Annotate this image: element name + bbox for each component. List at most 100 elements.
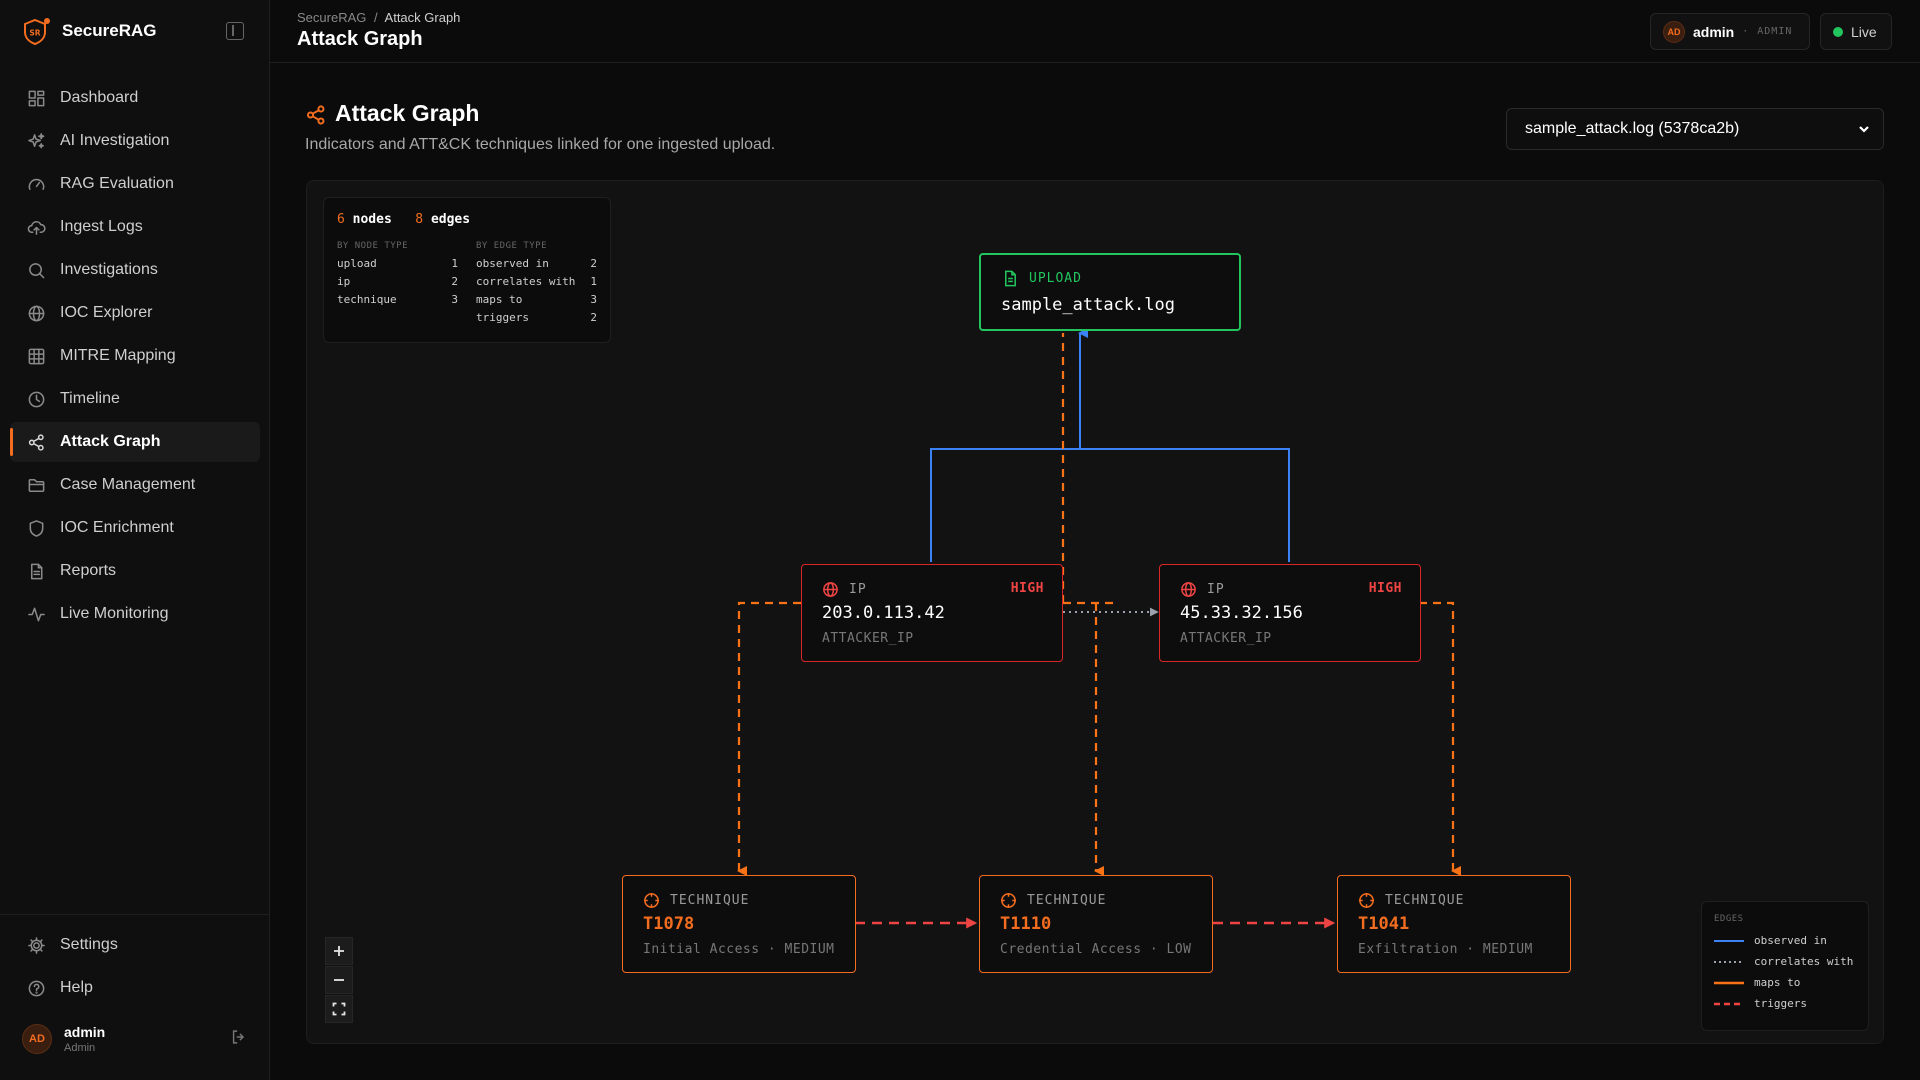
node-subtitle: ATTACKER_IP — [822, 631, 914, 646]
node-ip-203-0-113-42[interactable]: IP HIGH 203.0.113.42 ATTACKER_IP — [801, 564, 1063, 662]
sidebar-collapse-icon[interactable] — [226, 22, 244, 40]
legend-item: observed in — [1714, 930, 1856, 951]
logout-icon[interactable] — [230, 1028, 248, 1051]
graph-stats-header: 6 nodes 8 edges — [337, 212, 597, 227]
sidebar-item-case-management[interactable]: Case Management — [10, 465, 260, 505]
plus-icon — [334, 946, 344, 956]
page-subtitle: Indicators and ATT&CK techniques linked … — [305, 136, 776, 153]
node-label: sample_attack.log — [1001, 295, 1175, 315]
sidebar-user: AD admin Admin — [22, 1024, 248, 1054]
breadcrumb-current: Attack Graph — [384, 10, 461, 25]
folder-icon — [26, 475, 46, 495]
node-type: TECHNIQUE — [1358, 892, 1464, 909]
sidebar-item-settings[interactable]: Settings — [10, 925, 260, 965]
shield-icon — [26, 518, 46, 538]
node-ip-45-33-32-156[interactable]: IP HIGH 45.33.32.156 ATTACKER_IP — [1159, 564, 1421, 662]
avatar: AD — [1663, 20, 1685, 43]
graph-canvas[interactable]: 6 nodes 8 edges BY NODE TYPE upload 1 ip 2… — [306, 180, 1884, 1044]
gear-icon — [26, 935, 46, 955]
graph-stats-panel: 6 nodes 8 edges BY NODE TYPE upload 1 ip 2… — [323, 197, 611, 343]
stat-row: upload 1 — [337, 257, 458, 270]
sidebar-item-help[interactable]: Help — [10, 968, 260, 1008]
zoom-controls — [325, 937, 353, 1024]
search-icon — [26, 260, 46, 280]
brand[interactable]: SR SecureRAG — [22, 16, 156, 46]
legend-header: EDGES — [1714, 914, 1744, 924]
sidebar-item-reports[interactable]: Reports — [10, 551, 260, 591]
shield-logo-icon: SR — [22, 17, 50, 46]
clock-icon — [26, 389, 46, 409]
edge-observed-in — [930, 448, 1080, 562]
user-role: ADMIN — [1757, 26, 1793, 37]
zoom-in-button[interactable] — [325, 937, 353, 965]
sidebar-item-dashboard[interactable]: Dashboard — [10, 78, 260, 118]
legend-item: correlates with — [1714, 951, 1856, 972]
live-status-badge[interactable]: Live — [1820, 13, 1892, 50]
activity-icon — [26, 604, 46, 624]
node-technique-t1041[interactable]: TECHNIQUE T1041 Exfiltration · MEDIUM — [1337, 875, 1571, 973]
node-technique-t1078[interactable]: TECHNIQUE T1078 Initial Access · MEDIUM — [622, 875, 856, 973]
edge-maps-to — [737, 601, 801, 876]
brand-name: SecureRAG — [62, 21, 157, 40]
topbar-title: Attack Graph — [297, 28, 423, 50]
globe-icon — [26, 303, 46, 323]
sidebar-item-rag-evaluation[interactable]: RAG Evaluation — [10, 164, 260, 204]
stat-row: observed in 2 — [476, 257, 597, 270]
breadcrumb-root[interactable]: SecureRAG — [297, 10, 366, 25]
breadcrumb: SecureRAG / Attack Graph — [297, 10, 460, 25]
legend-swatch-triggers — [1714, 1002, 1744, 1005]
node-label: T1110 — [1000, 914, 1052, 934]
zoom-out-button[interactable] — [325, 966, 353, 994]
svg-text:SR: SR — [29, 29, 40, 38]
share-icon — [305, 104, 327, 131]
node-label: T1041 — [1358, 914, 1410, 934]
minus-icon — [334, 979, 344, 981]
severity-badge: HIGH — [1368, 581, 1402, 596]
grid-icon — [26, 346, 46, 366]
sidebar-item-investigations[interactable]: Investigations — [10, 250, 260, 290]
sidebar-item-attack-graph[interactable]: Attack Graph — [10, 422, 260, 462]
avatar[interactable]: AD — [22, 1024, 52, 1054]
legend-swatch-correlates — [1714, 960, 1744, 963]
sidebar-item-timeline[interactable]: Timeline — [10, 379, 260, 419]
edge-count: 8 — [415, 212, 424, 227]
edge-type-header: BY EDGE TYPE — [476, 241, 548, 251]
sidebar-item-live-monitoring[interactable]: Live Monitoring — [10, 594, 260, 634]
severity-badge: HIGH — [1010, 581, 1044, 596]
sidebar-item-label: AI Investigation — [60, 132, 170, 149]
user-role-separator: · — [1742, 26, 1750, 37]
edge-maps-to — [1419, 601, 1461, 876]
page-title: Attack Graph — [335, 100, 480, 126]
node-label: 45.33.32.156 — [1180, 603, 1303, 623]
sidebar-item-ioc-explorer[interactable]: IOC Explorer — [10, 293, 260, 333]
sidebar-item-ingest-logs[interactable]: Ingest Logs — [10, 207, 260, 247]
node-type: TECHNIQUE — [1000, 892, 1106, 909]
node-technique-t1110[interactable]: TECHNIQUE T1110 Credential Access · LOW — [979, 875, 1213, 973]
crosshair-icon — [643, 892, 660, 909]
edge-count-label: edges — [430, 212, 471, 227]
sidebar-item-mitre-mapping[interactable]: MITRE Mapping — [10, 336, 260, 376]
upload-select[interactable]: sample_attack.log (5378ca2b) — [1506, 108, 1884, 150]
node-upload[interactable]: UPLOAD sample_attack.log — [979, 253, 1241, 331]
sidebar-item-label: Reports — [60, 562, 117, 579]
sidebar-item-label: Case Management — [60, 476, 196, 493]
node-label: T1078 — [643, 914, 695, 934]
sidebar-user-role: Admin — [64, 1042, 96, 1054]
sidebar-item-label: IOC Enrichment — [60, 519, 174, 536]
node-subtitle: Initial Access · MEDIUM — [643, 942, 835, 957]
sidebar-item-ai-investigation[interactable]: AI Investigation — [10, 121, 260, 161]
node-count-label: nodes — [352, 212, 392, 227]
help-icon — [26, 978, 46, 998]
share-icon — [26, 432, 46, 452]
node-type-header: BY NODE TYPE — [337, 241, 409, 251]
fit-view-button[interactable] — [325, 995, 353, 1023]
sidebar-item-label: Timeline — [60, 390, 120, 407]
user-menu[interactable]: AD admin · ADMIN — [1650, 13, 1810, 50]
main-nav: Dashboard AI Investigation RAG Evaluatio… — [10, 78, 260, 637]
live-dot-icon — [1833, 26, 1843, 37]
sidebar-item-label: Help — [60, 979, 93, 996]
sidebar-item-ioc-enrichment[interactable]: IOC Enrichment — [10, 508, 260, 548]
sidebar-item-label: MITRE Mapping — [60, 347, 176, 364]
stat-row: ip 2 — [337, 275, 458, 288]
sidebar-item-label: Live Monitoring — [60, 605, 169, 622]
